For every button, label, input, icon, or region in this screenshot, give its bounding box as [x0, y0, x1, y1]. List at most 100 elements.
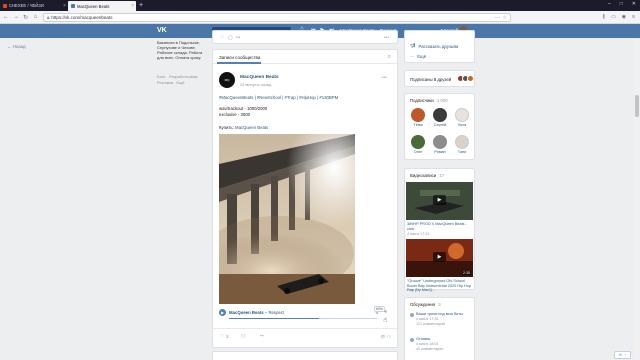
forward-icon[interactable]: → — [13, 14, 19, 20]
post-hashtags[interactable]: #MacQueenBeats | #NewSchool | #Trap | #H… — [219, 95, 338, 100]
subscriber-name: Сергей — [433, 123, 447, 127]
maximize-icon[interactable]: □ — [620, 1, 623, 7]
subscriber-item[interactable]: Сергей — [431, 108, 449, 127]
audio-title[interactable]: Respect — [268, 310, 284, 315]
sidebar-icon[interactable]: ▭ — [611, 14, 616, 20]
community-avatar[interactable]: MQ — [219, 72, 235, 88]
page: CHEXEE / ЧЕЙЗИ × MacQueen Beats × + – □ … — [0, 0, 640, 360]
more-icon[interactable]: ••• — [384, 35, 389, 41]
wall-post: Записи сообщества ⌕ MQ MacQueen Beats 24… — [212, 49, 399, 348]
new-tab-icon[interactable]: + — [139, 2, 143, 9]
discussion-icon — [410, 338, 414, 342]
buy-link[interactable]: MacQueen Beats — [235, 125, 268, 130]
back-link[interactable]: ← Назад — [7, 44, 26, 49]
browser-tab[interactable]: CHEXEE / ЧЕЙЗИ × — [0, 1, 68, 11]
discussion-item[interactable]: Ваши треки под мои биты. 4 мая в 17:26 1… — [410, 311, 474, 326]
videos-header[interactable]: Видеозаписи 17 — [410, 173, 444, 178]
post-menu-icon[interactable]: ••• — [382, 75, 387, 81]
audio-play-icon[interactable]: ▶ — [219, 309, 226, 316]
discussion-comments: 42 комментария — [416, 346, 444, 351]
back-label: Назад — [12, 44, 26, 49]
footer-links: Блог Разработчикам Реклама Ещё — [157, 74, 207, 86]
video-title[interactable]: 389HP PROD X MacQueen Beats - civic — [407, 222, 473, 231]
next-post — [212, 351, 398, 360]
video-title[interactable]: "Groove" Underground Old School Boom Bap… — [407, 279, 473, 293]
tab-community-posts[interactable]: Записи сообщества — [219, 55, 260, 60]
subscriber-item[interactable]: Тёма — [409, 108, 427, 127]
minimize-icon[interactable]: – — [608, 1, 611, 7]
lock-icon: 🔒︎ — [47, 15, 50, 20]
subscriber-item[interactable]: Vova — [453, 108, 471, 127]
audio-track-name[interactable]: MacQueen Beats – Respect — [229, 310, 284, 315]
discussion-icon — [410, 313, 414, 317]
bookmark-star-icon[interactable]: ☆ — [503, 15, 507, 21]
discussions-count: 3 — [438, 302, 441, 307]
subscriber-avatar — [411, 108, 425, 122]
post-price-line: wav/trackout - 1000/2000 — [219, 106, 268, 111]
subscribers-block: Подписчики 1 000 Тёма Сергей Vova Олег Р… — [404, 93, 475, 160]
home-icon[interactable]: ⌂ — [33, 14, 38, 20]
account-icon[interactable]: ◉ — [622, 14, 626, 20]
friend-avatar — [467, 75, 474, 82]
footer-link-blog[interactable]: Блог — [157, 74, 166, 79]
views-number: 71 — [386, 334, 391, 339]
like-count: 3 — [226, 333, 229, 339]
subscriber-avatar — [455, 135, 469, 149]
more-icon: ··· — [410, 54, 415, 59]
subscribers-count: 1 000 — [436, 98, 448, 103]
scrollbar-thumb[interactable] — [635, 95, 639, 117]
subscriber-name: Роман — [434, 150, 446, 154]
video-thumbnail[interactable]: ▶ 2:35 — [406, 239, 473, 277]
sidebar-ad-text[interactable]: Вакансия в Подольске, Серпухове и Чехове… — [157, 40, 207, 60]
close-tab-icon[interactable]: × — [131, 3, 134, 9]
library-icon[interactable]: ⫼ — [603, 14, 605, 20]
post-price-line: exclusive - 3000 — [219, 112, 251, 117]
discussions-title: Обсуждения — [410, 302, 435, 307]
friends-subscribed[interactable]: Подписаны 8 друзей — [404, 70, 475, 87]
discussions-header[interactable]: Обсуждения 3 — [410, 302, 441, 307]
discussion-item[interactable]: Отзывы 4 мая в 18:03 42 комментария — [410, 336, 474, 351]
video-duration: 2:35 — [462, 271, 471, 275]
post-actions-icons: ♡ ▢ ↪ — [220, 35, 242, 41]
subscriber-item[interactable]: Роман — [431, 135, 449, 154]
audio-artist[interactable]: MacQueen Beats — [229, 310, 264, 315]
share-button[interactable]: ↪ — [260, 333, 264, 339]
previous-post-footer: ♡ ▢ ↪ ••• — [212, 30, 398, 44]
close-tab-icon[interactable]: × — [63, 3, 66, 9]
subscribers-header[interactable]: Подписчики 1 000 — [410, 98, 448, 103]
subscriber-item[interactable]: Олег — [409, 135, 427, 154]
subscriber-name: Vova — [457, 123, 467, 127]
wall-search-icon[interactable]: ⌕ — [388, 54, 391, 61]
menu-icon[interactable]: ≡ — [632, 14, 635, 20]
page-scrollbar[interactable] — [634, 38, 640, 360]
more-link[interactable]: ··· Ещё — [410, 54, 426, 59]
subscriber-name: Тёма — [413, 123, 423, 127]
audio-track[interactable]: ▶ MacQueen Beats – Respect 🎙︎ 🔊︎ — [219, 308, 387, 320]
active-tab-indicator — [217, 62, 261, 64]
close-window-icon[interactable]: ✕ — [632, 1, 636, 7]
comment-icon: ▢ — [241, 333, 246, 338]
post-photo[interactable] — [219, 134, 355, 304]
video-thumbnail[interactable]: ▶ — [406, 182, 473, 220]
footer-link-developers[interactable]: Разработчикам — [169, 74, 197, 79]
vk-logo[interactable]: VK — [157, 27, 167, 34]
wall-tabs: Записи сообщества ⌕ — [213, 50, 399, 64]
video-date: 4 мая в 17:23 — [407, 232, 430, 236]
share-friends-link[interactable]: 📢︎ Рассказать друзьям — [410, 43, 458, 49]
subscriber-item[interactable]: Таня — [453, 135, 471, 154]
mini-chat-widget[interactable]: ✉︎ ◔ — [614, 351, 631, 359]
post-author[interactable]: MacQueen Beats — [240, 75, 279, 80]
chat-icon: ◔ — [623, 353, 627, 357]
footer-link-ads[interactable]: Реклама — [157, 80, 173, 85]
video-play-icon[interactable]: ▶ — [433, 252, 446, 262]
address-bar[interactable]: 🔒︎ https://vk.com/macqueenbeats ··· ☆ — [43, 13, 511, 22]
post-time[interactable]: 24 минуты назад — [240, 82, 271, 87]
browser-tab-active[interactable]: MacQueen Beats × — [68, 1, 136, 11]
comment-button[interactable]: ▢ — [241, 333, 245, 339]
back-icon[interactable]: ← — [3, 14, 9, 20]
like-button[interactable]: ♡ 3 — [220, 333, 229, 339]
reload-icon[interactable]: ↻ — [23, 14, 28, 21]
footer-link-more[interactable]: Ещё — [176, 80, 184, 85]
video-play-icon[interactable]: ▶ — [433, 195, 446, 205]
page-actions-icon[interactable]: ··· — [495, 15, 500, 21]
